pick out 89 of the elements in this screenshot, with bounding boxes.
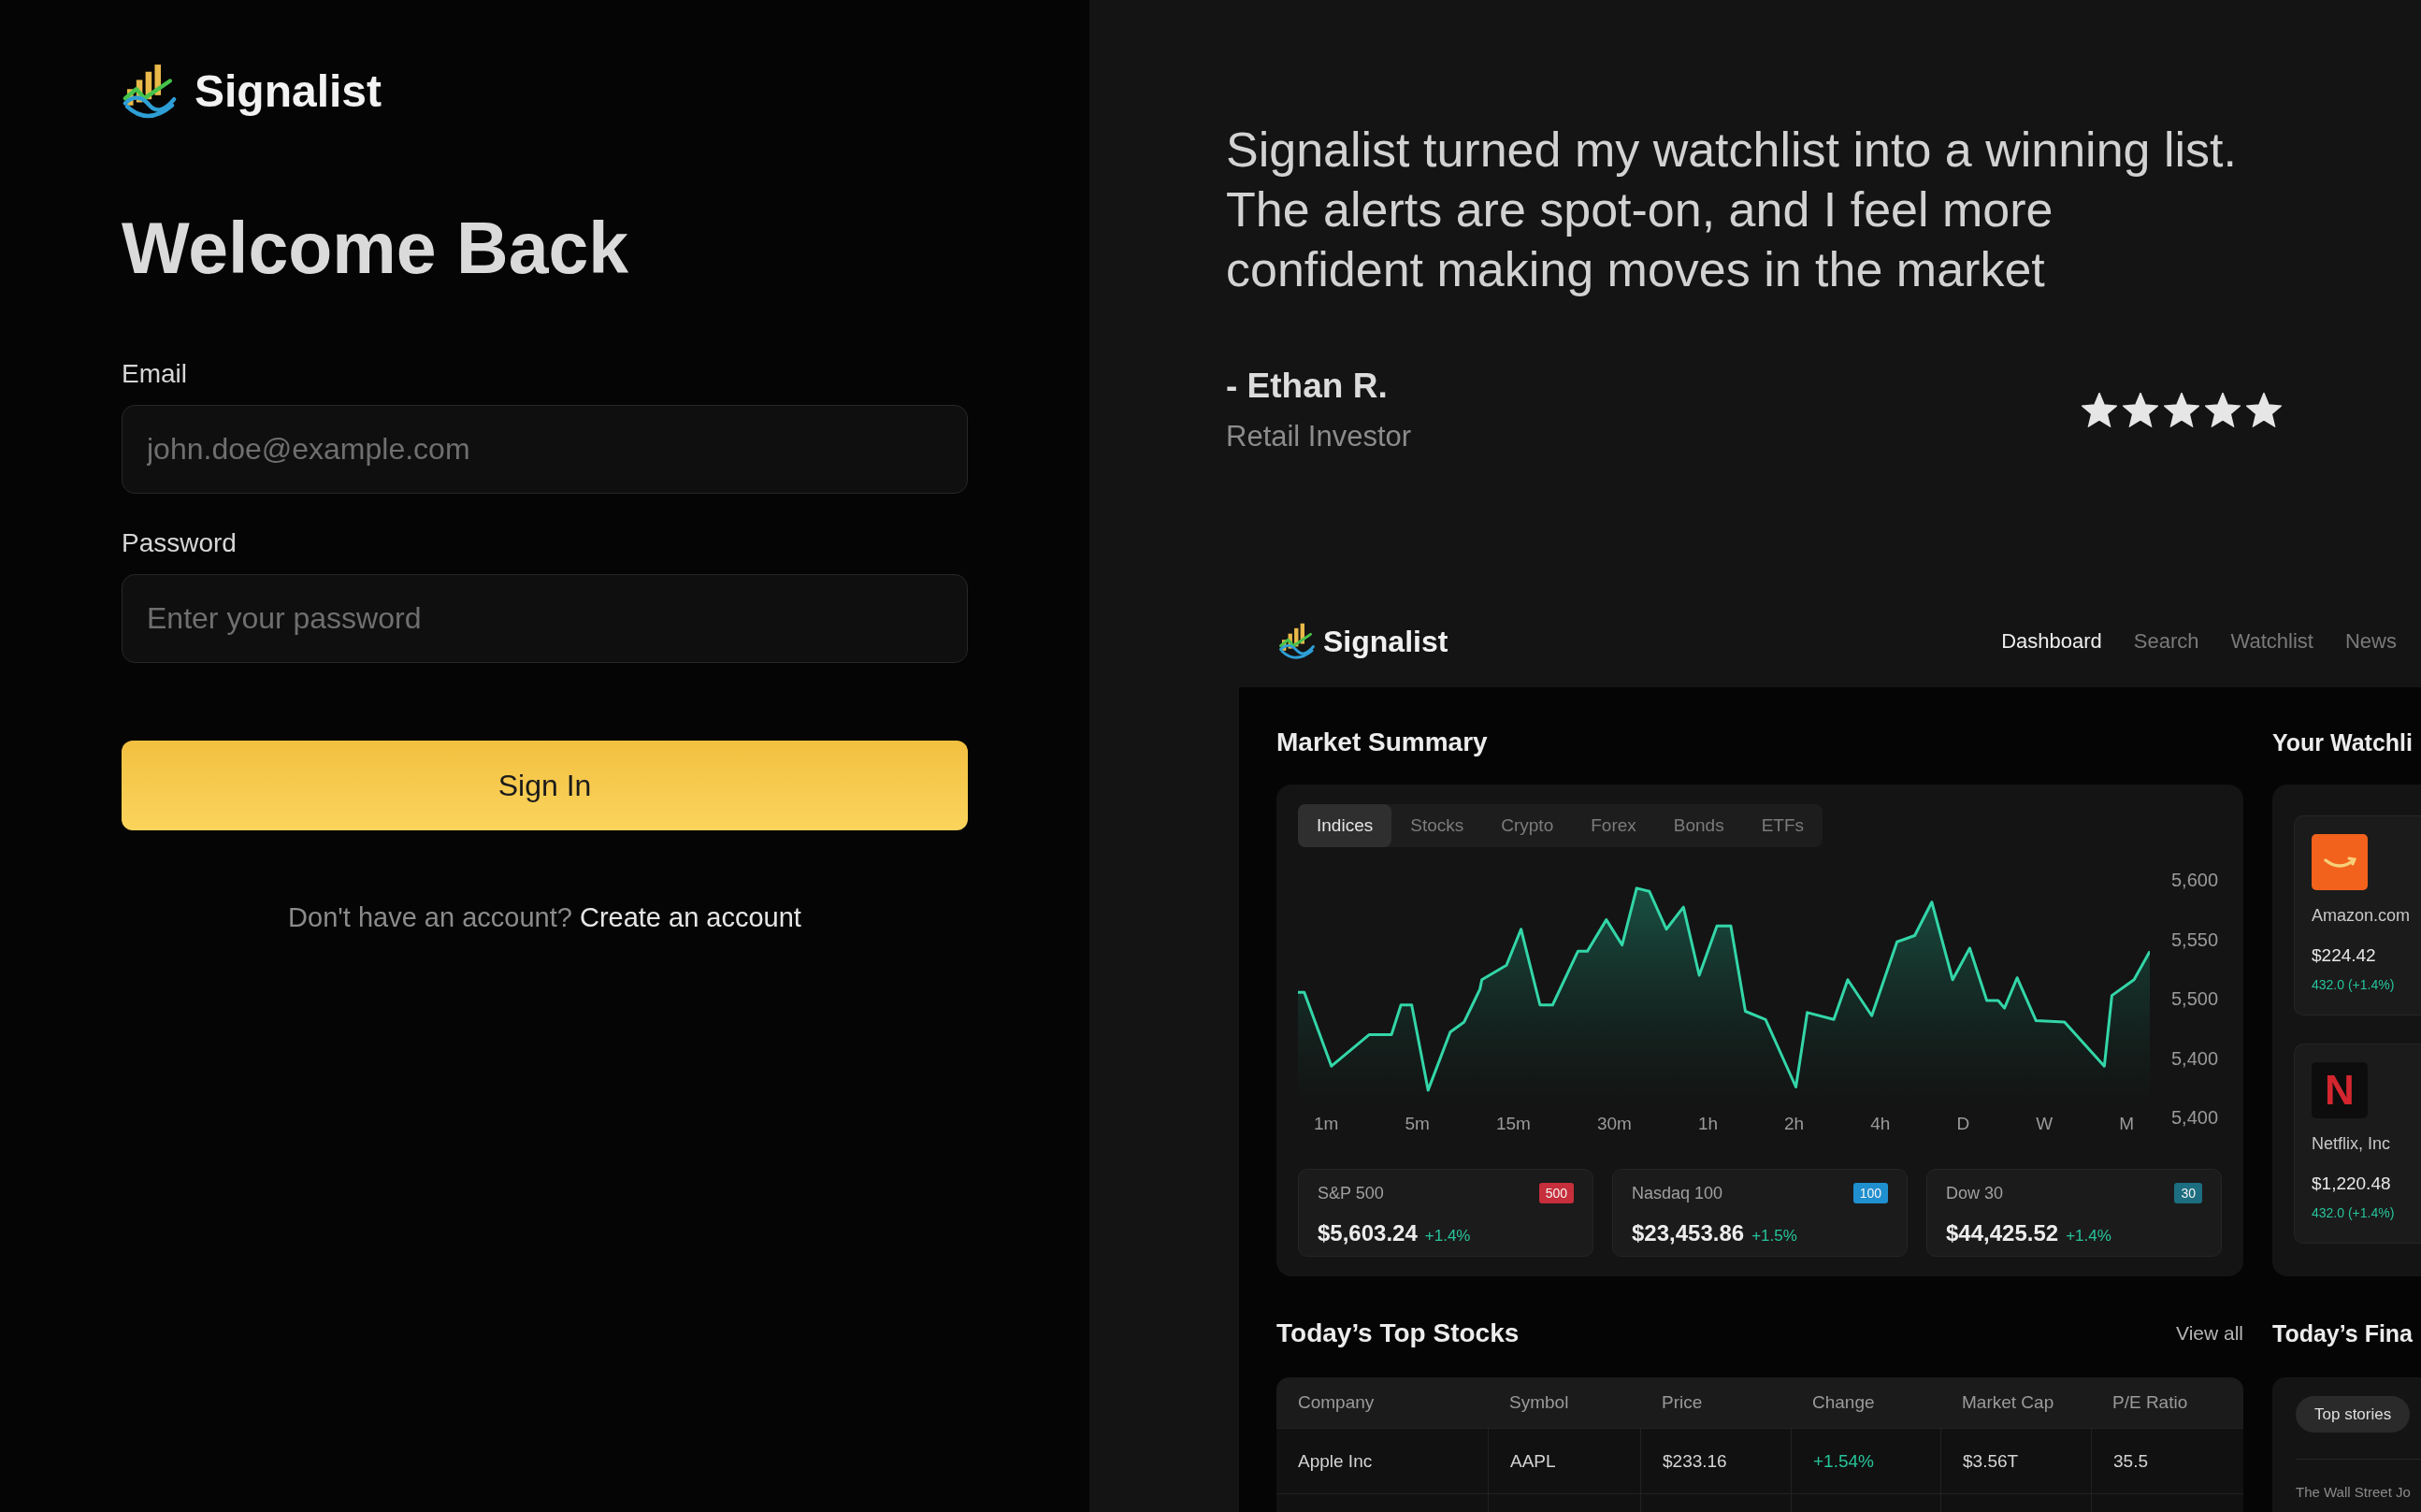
index-change: +1.5% (1751, 1226, 1797, 1246)
index-change: +1.4% (1424, 1226, 1471, 1246)
nav-link[interactable]: Search (2133, 627, 2199, 655)
axis-label: 5,500 (2171, 988, 2219, 1009)
smile-logo-icon (2312, 834, 2368, 890)
index-value: $23,453.86 (1632, 1220, 1745, 1246)
column-header: Company (1298, 1392, 1375, 1413)
nav-link[interactable]: News (2345, 627, 2397, 655)
axis-label: 5,600 (2171, 870, 2219, 890)
index-card[interactable]: Dow 30 30 $44,425.52 +1.4% (1926, 1169, 2222, 1257)
market-tab[interactable]: Bonds (1654, 804, 1743, 847)
index-tag: 500 (1538, 1183, 1574, 1203)
axis-label: 2h (1784, 1114, 1805, 1134)
testimonial-quote: Signalist turned my watchlist into a winning list. The alerts are spot-on, and I feel more confident making moves in the market (1226, 122, 2238, 298)
axis-label: 1h (1697, 1114, 1718, 1134)
column-header: Symbol (1509, 1392, 1569, 1413)
table-cell: +1.54% (1813, 1450, 1874, 1472)
field-label: Email (122, 358, 187, 390)
index-change: +1.4% (2066, 1226, 2111, 1246)
section-title: Market Summary (1276, 727, 1488, 758)
axis-label: 4h (1870, 1114, 1891, 1134)
input-field[interactable]: Enter your password (122, 574, 968, 663)
star-icon (2123, 393, 2158, 427)
nav-link[interactable]: Dashboard (2001, 627, 2102, 655)
logo-icon (1278, 622, 1316, 660)
section-title: Your Watchli (2272, 728, 2413, 757)
index-tag: 30 (2174, 1183, 2202, 1203)
star-icon (2246, 393, 2282, 427)
author-role: Retail Investor (1226, 419, 1412, 454)
table-cell: $233.16 (1663, 1450, 1727, 1472)
column-header: Price (1662, 1392, 1703, 1413)
market-tab[interactable]: Crypto (1482, 804, 1573, 847)
market-tab[interactable]: Forex (1572, 804, 1655, 847)
logo-icon (122, 63, 178, 120)
axis-label: 5m (1405, 1114, 1430, 1134)
nav-link[interactable]: Watchlist (2230, 627, 2313, 655)
axis-label: W (2036, 1114, 2054, 1134)
watchlist-card[interactable]: N Netflix, Inc $1,220.48 432.0 (+1.4%) (2294, 1044, 2421, 1244)
table-cell: $3.56T (1963, 1450, 2019, 1472)
index-card[interactable]: S&P 500 500 $5,603.24 +1.4% (1298, 1169, 1593, 1257)
news-source: The Wall Street Jo (2296, 1484, 2411, 1501)
view-all-link[interactable]: View all (2176, 1321, 2243, 1346)
star-icon (2082, 393, 2117, 427)
axis-label: 15m (1495, 1114, 1531, 1134)
table-cell: Apple Inc (1298, 1450, 1373, 1472)
index-value: $5,603.24 (1318, 1220, 1418, 1246)
axis-label: D (1956, 1114, 1970, 1134)
axis-label: 5,400 (2171, 1047, 2219, 1069)
stock-change: 432.0 (+1.4%) (2312, 1204, 2395, 1221)
axis-label: 1m (1314, 1114, 1339, 1134)
sign-in-button[interactable]: Sign In (122, 741, 968, 830)
axis-label: 5,550 (2171, 929, 2219, 950)
section-title: Today’s Fina (2272, 1319, 2414, 1348)
section-title: Today’s Top Stocks (1276, 1318, 1520, 1349)
index-card[interactable]: Nasdaq 100 100 $23,453.86 +1.5% (1612, 1169, 1908, 1257)
axis-label: M (2119, 1114, 2134, 1134)
stock-price: $1,220.48 (2312, 1174, 2391, 1194)
index-name: Nasdaq 100 (1632, 1183, 1723, 1203)
stock-name: Amazon.com (2312, 905, 2411, 926)
stock-name: Netflix, Inc (2312, 1133, 2391, 1154)
stock-change: 432.0 (+1.4%) (2312, 976, 2395, 993)
field-label: Password (122, 527, 237, 559)
input-field[interactable]: john.doe@example.com (122, 405, 968, 494)
table-cell: AAPL (1510, 1450, 1556, 1472)
watchlist-card[interactable]: Amazon.com $224.42 432.0 (+1.4%) (2294, 815, 2421, 1015)
axis-label: 5,400 (2171, 1107, 2219, 1128)
star-icon (2205, 393, 2241, 427)
column-header: P/E Ratio (2112, 1392, 2188, 1413)
table-cell: 35.5 (2113, 1450, 2148, 1472)
market-tab[interactable]: Indices (1298, 804, 1392, 847)
brand-name: Signalist (1323, 626, 1448, 656)
brand-name: Signalist (195, 68, 382, 114)
index-tag: 100 (1852, 1183, 1888, 1203)
create-account-link[interactable]: Create an account (579, 902, 801, 932)
news-tab[interactable]: Top stories (2296, 1396, 2411, 1433)
index-value: $44,425.52 (1946, 1220, 2059, 1246)
page-title: Welcome Back (122, 212, 629, 284)
column-header: Market Cap (1962, 1392, 2054, 1413)
star-icon (2164, 393, 2199, 427)
market-tab[interactable]: ETFs (1742, 804, 1823, 847)
market-tab[interactable]: Stocks (1391, 804, 1483, 847)
index-name: Dow 30 (1946, 1183, 2004, 1203)
signup-prompt: Don't have an account? Create an account (288, 901, 801, 933)
author-name: - Ethan R. (1226, 366, 1388, 407)
index-name: S&P 500 (1318, 1183, 1384, 1203)
column-header: Change (1812, 1392, 1875, 1413)
logo-letter: N (2312, 1062, 2368, 1118)
stock-price: $224.42 (2312, 945, 2376, 966)
axis-label: 30m (1596, 1114, 1632, 1134)
